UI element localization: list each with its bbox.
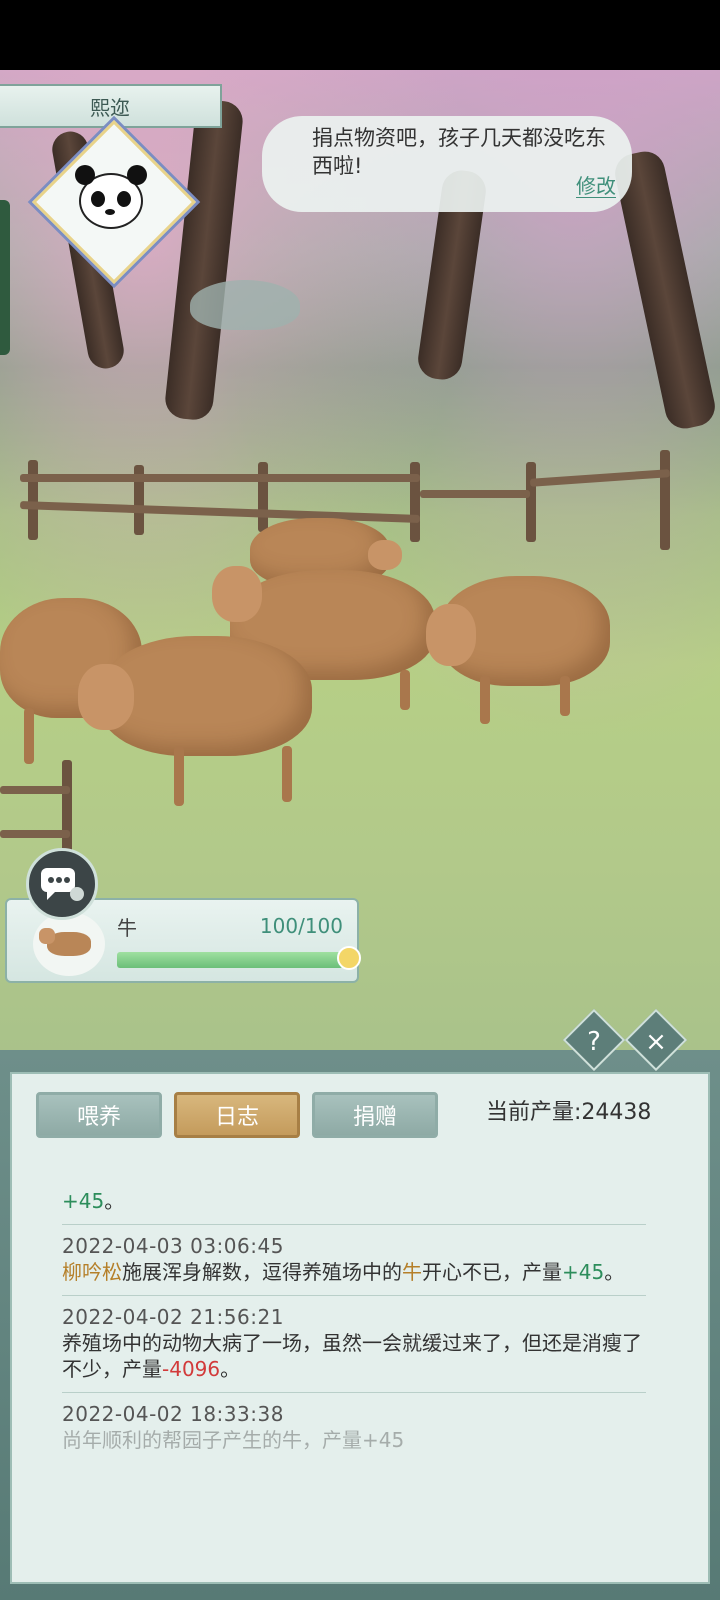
tree-trunk xyxy=(611,147,719,433)
log-text-part: 养殖场中的动物大病了一场，虽然一会就缓过来了，但还是消瘦了不少，产量 xyxy=(62,1331,642,1381)
log-timestamp: 2022-04-02 21:56:21 xyxy=(62,1305,284,1329)
fence-post xyxy=(258,462,268,532)
speech-bubble: 捐点物资吧，孩子几天都没吃东西啦! 修改 xyxy=(262,116,632,212)
side-drawer-handle[interactable] xyxy=(0,200,10,355)
cow-leg xyxy=(174,746,184,806)
log-text-part: 施展浑身解数，逗得养殖场中的 xyxy=(122,1260,402,1284)
cow-leg xyxy=(400,670,410,710)
animal-count: 100/100 xyxy=(259,914,343,938)
status-bar xyxy=(0,0,720,70)
fence-rail xyxy=(0,786,70,794)
log-entry: 2022-04-02 18:33:38 尚年顺利的帮园子产生的牛，产量+45 xyxy=(62,1393,646,1463)
cow-head xyxy=(368,540,402,570)
cow-leg xyxy=(24,708,34,764)
fence-rail xyxy=(420,490,530,498)
treasure-icon xyxy=(337,946,361,970)
fence-post xyxy=(660,450,670,550)
cow[interactable] xyxy=(426,576,610,724)
fence-rail xyxy=(0,830,70,838)
log-entry: 2022-04-02 21:56:21 养殖场中的动物大病了一场，虽然一会就缓过来… xyxy=(62,1296,646,1393)
fence-rail xyxy=(20,474,420,482)
cow-leg xyxy=(282,746,292,802)
tab-donate[interactable]: 捐赠 xyxy=(312,1092,438,1138)
log-timestamp: 2022-04-03 03:06:45 xyxy=(62,1234,284,1258)
log-text-part: +45 xyxy=(562,1260,605,1284)
cow-head xyxy=(212,566,262,622)
log-text: 养殖场中的动物大病了一场，虽然一会就缓过来了，但还是消瘦了不少，产量-4096。 xyxy=(62,1330,646,1382)
chat-icon[interactable] xyxy=(26,848,98,920)
animal-progress-bar xyxy=(117,952,343,968)
panda-avatar-icon[interactable] xyxy=(75,165,147,236)
log-timestamp: 2022-04-02 18:33:38 xyxy=(62,1402,284,1426)
log-entry: 2022-04-03 03:06:45 柳吟松施展浑身解数，逗得养殖场中的牛开心不… xyxy=(62,1225,646,1296)
cow-head xyxy=(78,664,134,730)
close-icon[interactable]: × xyxy=(632,1018,680,1066)
animal-name: 牛 xyxy=(117,916,137,940)
log-text-part: +45 xyxy=(62,1189,105,1213)
log-text-part: 尚年顺利的帮园子产生的牛，产量+45 xyxy=(62,1428,405,1452)
fence-post xyxy=(28,460,38,540)
tree-trunk xyxy=(163,98,245,422)
help-icon[interactable]: ? xyxy=(570,1018,618,1066)
log-entry: +45。 xyxy=(62,1180,646,1225)
log-text: 柳吟松施展浑身解数，逗得养殖场中的牛开心不已，产量+45。 xyxy=(62,1259,646,1285)
log-text-part: 柳吟松 xyxy=(62,1260,122,1284)
fence-rail xyxy=(529,469,671,487)
npc-name: 熙迩 xyxy=(90,95,130,120)
log-text-part: 牛 xyxy=(402,1260,422,1284)
log-text-part: 开心不已，产量 xyxy=(422,1260,562,1284)
cow-leg xyxy=(480,676,490,724)
rock xyxy=(190,280,300,330)
log-text-part: 。 xyxy=(104,1189,125,1213)
fence-post xyxy=(526,462,536,542)
cow-head xyxy=(426,604,476,666)
log-list[interactable]: +45。 2022-04-03 03:06:45 柳吟松施展浑身解数，逗得养殖场中的… xyxy=(62,1180,646,1480)
current-production: 当前产量:24438 xyxy=(486,1100,652,1125)
animal-progress-fill xyxy=(117,952,343,968)
cow-leg xyxy=(560,676,570,716)
cow[interactable] xyxy=(78,636,312,806)
cow-thumbnail-icon xyxy=(33,912,105,976)
fence-rail xyxy=(19,501,421,523)
tab-feed[interactable]: 喂养 xyxy=(36,1092,162,1138)
log-text-part: 。 xyxy=(604,1260,625,1284)
log-text-part: 。 xyxy=(220,1357,241,1381)
log-text: +45。 xyxy=(62,1188,646,1214)
tab-log[interactable]: 日志 xyxy=(174,1092,300,1138)
edit-message-link[interactable]: 修改 xyxy=(576,175,616,198)
log-text: 尚年顺利的帮园子产生的牛，产量+45 xyxy=(62,1427,646,1453)
speech-text: 捐点物资吧，孩子几天都没吃东西啦! xyxy=(312,126,606,178)
log-text-part: -4096 xyxy=(162,1357,221,1381)
